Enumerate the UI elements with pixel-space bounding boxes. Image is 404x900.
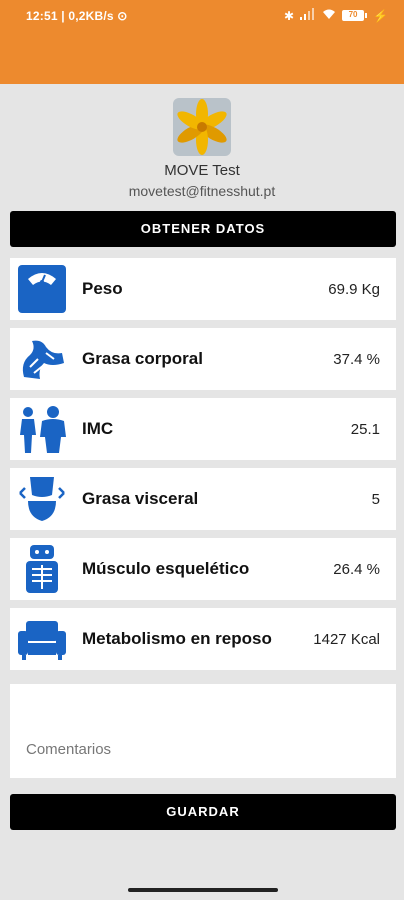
metric-row-body-fat: Grasa corporal 37.4 % [10, 328, 396, 390]
metric-row-weight: Peso 69.9 Kg [10, 258, 396, 320]
metric-label: Grasa corporal [82, 349, 203, 368]
metric-row-resting-metabolism: Metabolismo en reposo 1427 Kcal [10, 608, 396, 670]
charging-icon: ⚡ [373, 8, 388, 23]
comments-box [10, 684, 396, 778]
battery-icon: 70 [342, 10, 368, 21]
skeletal-muscle-icon [26, 545, 58, 593]
signal-icon [300, 8, 316, 23]
metric-value: 37.4 % [333, 350, 380, 368]
status-icons: ✱ 70 ⚡ [284, 8, 388, 23]
profile-header: MOVE Test movetest@fitnesshut.pt [0, 98, 404, 199]
bmi-people-icon [20, 406, 66, 453]
visceral-fat-icon [19, 477, 65, 521]
metric-label: IMC [82, 419, 114, 438]
profile-email: movetest@fitnesshut.pt [128, 183, 276, 199]
comments-input[interactable] [10, 684, 396, 778]
metric-label: Peso [82, 279, 123, 298]
status-time-text: 12:51 | 0,2KB/s [26, 9, 114, 23]
profile-name: MOVE Test [164, 162, 240, 179]
wifi-icon [322, 8, 336, 23]
metric-row-skeletal-muscle: Músculo esquelético 26.4 % [10, 538, 396, 600]
metric-label: Músculo esquelético [82, 559, 250, 578]
bluetooth-icon: ✱ [283, 8, 295, 23]
avatar [173, 98, 231, 156]
home-gesture-bar[interactable] [128, 888, 278, 892]
metric-value: 26.4 % [333, 560, 380, 578]
save-button[interactable]: GUARDAR [10, 794, 396, 830]
obtain-data-button[interactable]: OBTENER DATOS [10, 211, 396, 247]
metric-value: 1427 Kcal [313, 630, 380, 648]
metric-value: 69.9 Kg [328, 280, 380, 298]
status-time-info: 12:51 | 0,2KB/s ⊙ [26, 9, 128, 23]
app-notification-icon: ⊙ [117, 9, 128, 23]
status-bar: 12:51 | 0,2KB/s ⊙ ✱ 70 ⚡ [0, 0, 404, 84]
metric-label: Metabolismo en reposo [82, 629, 272, 648]
scale-icon [18, 265, 66, 313]
metric-row-bmi: IMC 25.1 [10, 398, 396, 460]
metric-label: Grasa visceral [82, 489, 199, 508]
metric-value: 5 [371, 490, 380, 508]
body-fat-icon [22, 340, 64, 379]
metric-value: 25.1 [350, 420, 380, 438]
sofa-icon [18, 621, 66, 660]
battery-level: 70 [342, 10, 365, 21]
metric-row-visceral-fat: Grasa visceral 5 [10, 468, 396, 530]
